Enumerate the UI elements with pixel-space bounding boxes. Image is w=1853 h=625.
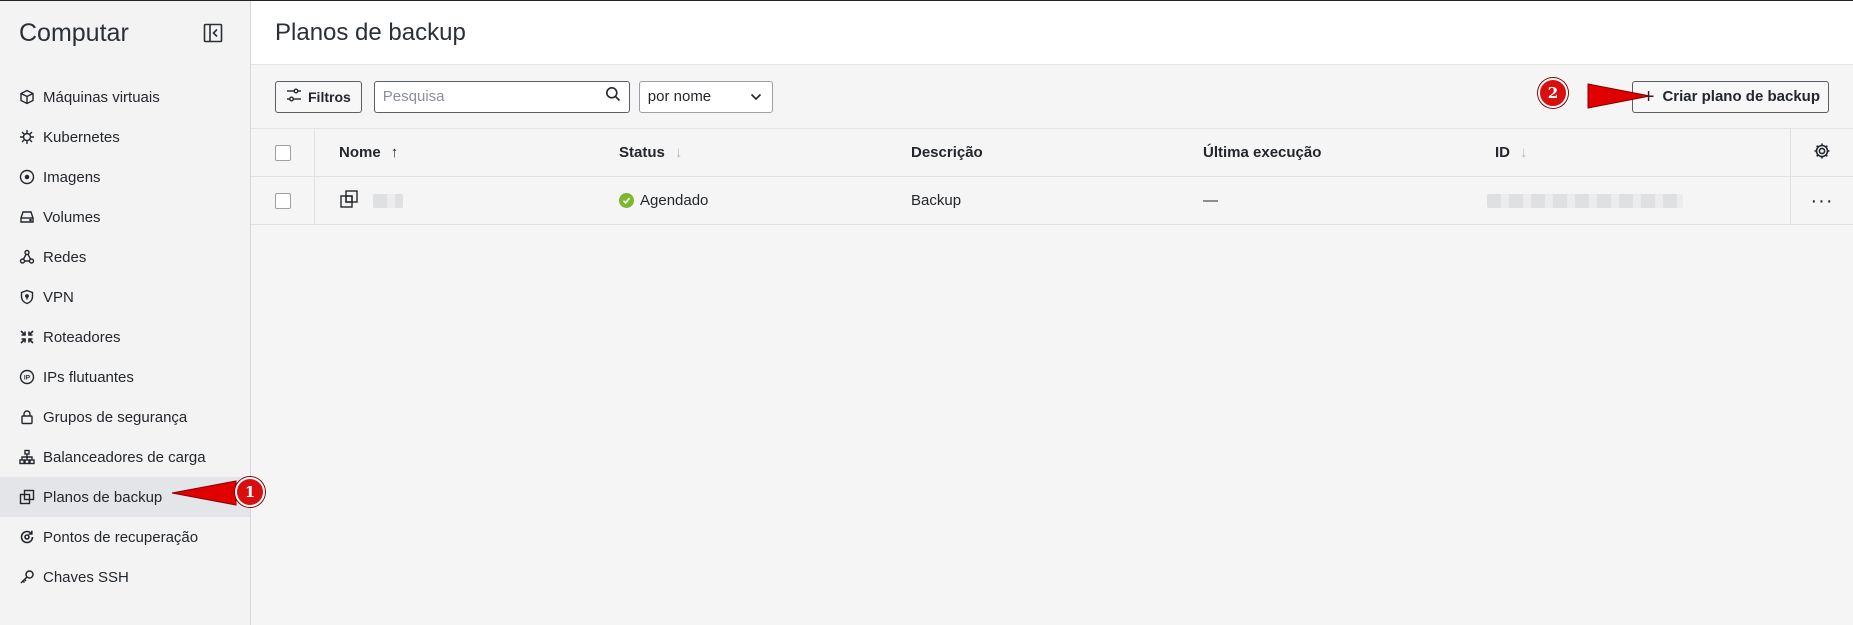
- drive-icon: [19, 209, 35, 225]
- sort-select-value: por nome: [647, 88, 712, 105]
- sidebar-item-label: Imagens: [43, 168, 101, 186]
- sidebar-item-label: Chaves SSH: [43, 568, 129, 586]
- kubernetes-icon: [19, 129, 35, 145]
- sidebar-item-backup-plans[interactable]: Planos de backup: [0, 477, 250, 517]
- table-header: Nome ↑ Status ↓ Descrição Última execuçã…: [251, 129, 1853, 177]
- sidebar-item-label: Kubernetes: [43, 128, 120, 146]
- description-text: Backup: [911, 192, 962, 209]
- column-label: Descrição: [911, 144, 983, 161]
- lock-icon: [19, 409, 35, 425]
- sidebar-item-routers[interactable]: Roteadores: [0, 317, 250, 357]
- svg-text:IP: IP: [24, 375, 31, 382]
- create-backup-plan-label: Criar plano de backup: [1662, 88, 1820, 105]
- filters-label: Filtros: [308, 88, 351, 105]
- sidebar-item-label: VPN: [43, 288, 74, 306]
- sidebar-title: Computar: [19, 18, 129, 47]
- recovery-icon: [19, 529, 35, 545]
- router-icon: [19, 329, 35, 345]
- sidebar-item-virtual-machines[interactable]: Máquinas virtuais: [0, 77, 250, 117]
- shield-icon: [19, 289, 35, 305]
- collapse-sidebar-icon[interactable]: [202, 22, 224, 44]
- sidebar-item-label: Balanceadores de carga: [43, 448, 206, 466]
- sidebar-item-load-balancers[interactable]: Balanceadores de carga: [0, 437, 250, 477]
- floating-ip-icon: IP: [19, 369, 35, 385]
- sidebar-nav: Máquinas virtuais Kubernetes Imagens Vol…: [0, 65, 250, 597]
- annotation-badge-1: 1: [235, 477, 265, 507]
- key-icon: [19, 569, 35, 585]
- status-text: Agendado: [640, 192, 709, 209]
- column-header-status[interactable]: Status ↓: [619, 129, 911, 176]
- backup-plan-icon: [339, 189, 359, 213]
- column-label: ID: [1495, 144, 1510, 161]
- cube-icon: [19, 89, 35, 105]
- page-header: Planos de backup: [251, 1, 1853, 65]
- sort-ascending-icon: ↑: [390, 144, 399, 161]
- column-label: Nome: [339, 144, 381, 161]
- redacted-name[interactable]: [373, 193, 403, 208]
- sidebar: Computar Máquinas virtuais Kubernetes Im…: [0, 1, 251, 625]
- column-header-description: Descrição: [911, 129, 1203, 176]
- more-actions-icon[interactable]: ···: [1811, 191, 1834, 211]
- column-header-last-run: Última execução: [1203, 129, 1495, 176]
- sort-select[interactable]: por nome: [638, 80, 773, 113]
- sidebar-item-ssh-keys[interactable]: Chaves SSH: [0, 557, 250, 597]
- filter-sliders-icon: [286, 87, 308, 106]
- toolbar: Filtros por nome + Criar plano de backup: [251, 65, 1853, 129]
- app-window: Computar Máquinas virtuais Kubernetes Im…: [0, 0, 1853, 625]
- sidebar-header: Computar: [0, 1, 250, 65]
- plus-icon: +: [1642, 85, 1655, 108]
- sidebar-item-networks[interactable]: Redes: [0, 237, 250, 277]
- sort-descending-icon: ↓: [1520, 144, 1528, 161]
- gear-icon[interactable]: [1813, 142, 1831, 164]
- network-icon: [19, 249, 35, 265]
- sidebar-item-vpn[interactable]: VPN: [0, 277, 250, 317]
- redacted-id: [1487, 193, 1683, 208]
- page-title: Planos de backup: [275, 18, 466, 46]
- sidebar-item-floating-ips[interactable]: IP IPs flutuantes: [0, 357, 250, 397]
- load-balancer-icon: [19, 449, 35, 465]
- annotation-badge-2: 2: [1538, 78, 1568, 108]
- select-all-checkbox[interactable]: [274, 144, 291, 161]
- create-backup-plan-button[interactable]: + Criar plano de backup: [1631, 80, 1829, 113]
- sidebar-item-images[interactable]: Imagens: [0, 157, 250, 197]
- row-checkbox[interactable]: [274, 192, 291, 209]
- sidebar-item-kubernetes[interactable]: Kubernetes: [0, 117, 250, 157]
- check-circle-icon: [619, 193, 634, 208]
- search-input[interactable]: [382, 88, 605, 105]
- sidebar-item-recovery-points[interactable]: Pontos de recuperação: [0, 517, 250, 557]
- column-header-id[interactable]: ID ↓: [1495, 129, 1781, 176]
- disc-icon: [19, 169, 35, 185]
- sidebar-item-volumes[interactable]: Volumes: [0, 197, 250, 237]
- filters-button[interactable]: Filtros: [275, 80, 362, 113]
- sidebar-item-label: Pontos de recuperação: [43, 528, 199, 546]
- sidebar-item-label: Roteadores: [43, 328, 121, 346]
- last-run-text: —: [1203, 192, 1218, 209]
- main-content: Planos de backup Filtros por nome: [251, 1, 1853, 625]
- sidebar-item-label: Grupos de segurança: [43, 408, 188, 426]
- sidebar-item-label: Volumes: [43, 208, 101, 226]
- column-label: Status: [619, 144, 665, 161]
- sidebar-item-label: Planos de backup: [43, 488, 163, 506]
- search-box: [373, 80, 630, 113]
- search-icon[interactable]: [605, 86, 621, 107]
- backup-plans-table: Nome ↑ Status ↓ Descrição Última execuçã…: [251, 129, 1853, 225]
- table-row[interactable]: Agendado Backup — ···: [251, 177, 1853, 225]
- backup-icon: [19, 489, 35, 505]
- sidebar-item-label: Redes: [43, 248, 87, 266]
- chevron-down-icon: [750, 88, 762, 105]
- sort-descending-icon: ↓: [674, 144, 683, 161]
- sidebar-item-label: Máquinas virtuais: [43, 88, 160, 106]
- sidebar-item-security-groups[interactable]: Grupos de segurança: [0, 397, 250, 437]
- sidebar-item-label: IPs flutuantes: [43, 368, 134, 386]
- column-header-name[interactable]: Nome ↑: [315, 129, 619, 176]
- column-label: Última execução: [1203, 144, 1322, 161]
